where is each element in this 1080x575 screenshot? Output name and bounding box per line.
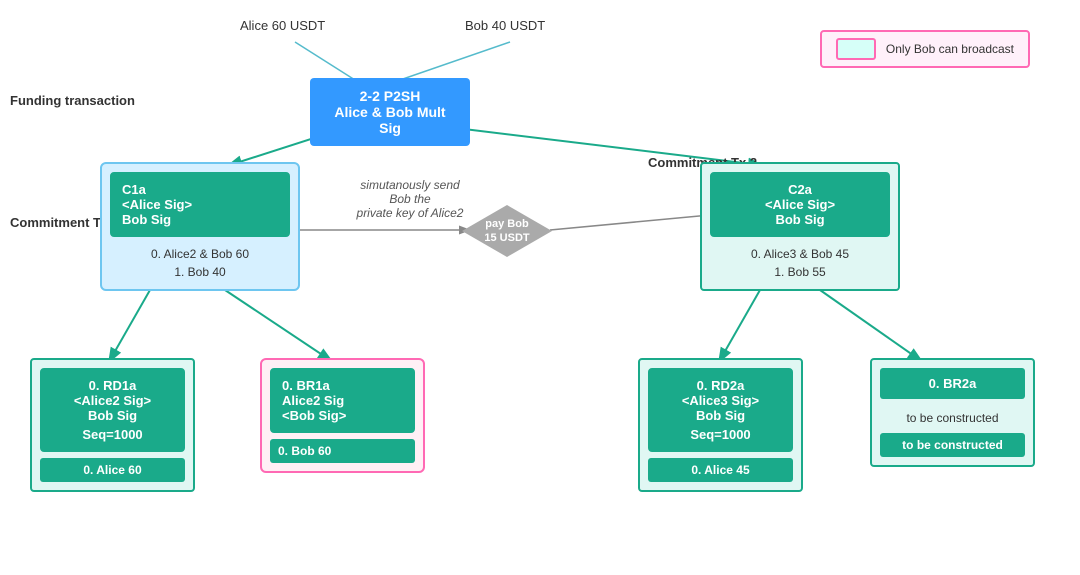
br2a-line2: to be constructed [880, 407, 1025, 429]
funding-line2: Alice & Bob Mult Sig [324, 104, 456, 136]
funding-tx-label: Funding transaction [10, 93, 135, 108]
diagram: Only Bob can broadcast Alice 60 USDT Bob… [0, 0, 1080, 575]
c2a-line1: C2a [722, 182, 878, 197]
c2a-output-1: 1. Bob 55 [710, 263, 890, 281]
c2a-line3: Bob Sig [722, 212, 878, 227]
br1a-output: 0. Bob 60 [270, 439, 415, 463]
rd1a-wrapper: 0. RD1a <Alice2 Sig> Bob Sig Seq=1000 0.… [30, 358, 195, 492]
c2a-box: C2a <Alice Sig> Bob Sig [710, 172, 890, 237]
rd2a-output: 0. Alice 45 [648, 458, 793, 482]
br1a-wrapper: 0. BR1a Alice2 Sig <Bob Sig> 0. Bob 60 [260, 358, 425, 473]
alice-label: Alice 60 USDT [240, 18, 325, 33]
br2a-output: to be constructed [880, 433, 1025, 457]
simultaneous-text: simutanously send Bob the private key of… [350, 178, 470, 220]
c2a-line2: <Alice Sig> [722, 197, 878, 212]
c1a-wrapper: C1a <Alice Sig> Bob Sig 0. Alice2 & Bob … [100, 162, 300, 291]
br2a-title: 0. BR2a [880, 368, 1025, 399]
legend-label: Only Bob can broadcast [886, 42, 1014, 56]
br1a-box: 0. BR1a Alice2 Sig <Bob Sig> [270, 368, 415, 433]
bob-label: Bob 40 USDT [465, 18, 545, 33]
c1a-output-0: 0. Alice2 & Bob 60 [110, 245, 290, 263]
rd2a-box: 0. RD2a <Alice3 Sig> Bob Sig Seq=1000 [648, 368, 793, 452]
c1a-output-1: 1. Bob 40 [110, 263, 290, 281]
br2a-wrapper: 0. BR2a to be constructed to be construc… [870, 358, 1035, 467]
rd1a-box: 0. RD1a <Alice2 Sig> Bob Sig Seq=1000 [40, 368, 185, 452]
diamond: pay Bob 15 USDT [462, 205, 552, 257]
funding-line1: 2-2 P2SH [324, 88, 456, 104]
legend: Only Bob can broadcast [820, 30, 1030, 68]
c1a-outputs: 0. Alice2 & Bob 60 1. Bob 40 [110, 245, 290, 281]
funding-box: 2-2 P2SH Alice & Bob Mult Sig [310, 78, 470, 146]
c2a-outputs: 0. Alice3 & Bob 45 1. Bob 55 [710, 245, 890, 281]
c2a-output-0: 0. Alice3 & Bob 45 [710, 245, 890, 263]
diamond-container: pay Bob 15 USDT [462, 205, 552, 257]
c1a-line2: <Alice Sig> [122, 197, 278, 212]
rd1a-output: 0. Alice 60 [40, 458, 185, 482]
legend-color-box [836, 38, 876, 60]
rd2a-wrapper: 0. RD2a <Alice3 Sig> Bob Sig Seq=1000 0.… [638, 358, 803, 492]
c2a-wrapper: C2a <Alice Sig> Bob Sig 0. Alice3 & Bob … [700, 162, 900, 291]
c1a-box: C1a <Alice Sig> Bob Sig [110, 172, 290, 237]
c1a-line3: Bob Sig [122, 212, 278, 227]
c1a-line1: C1a [122, 182, 278, 197]
